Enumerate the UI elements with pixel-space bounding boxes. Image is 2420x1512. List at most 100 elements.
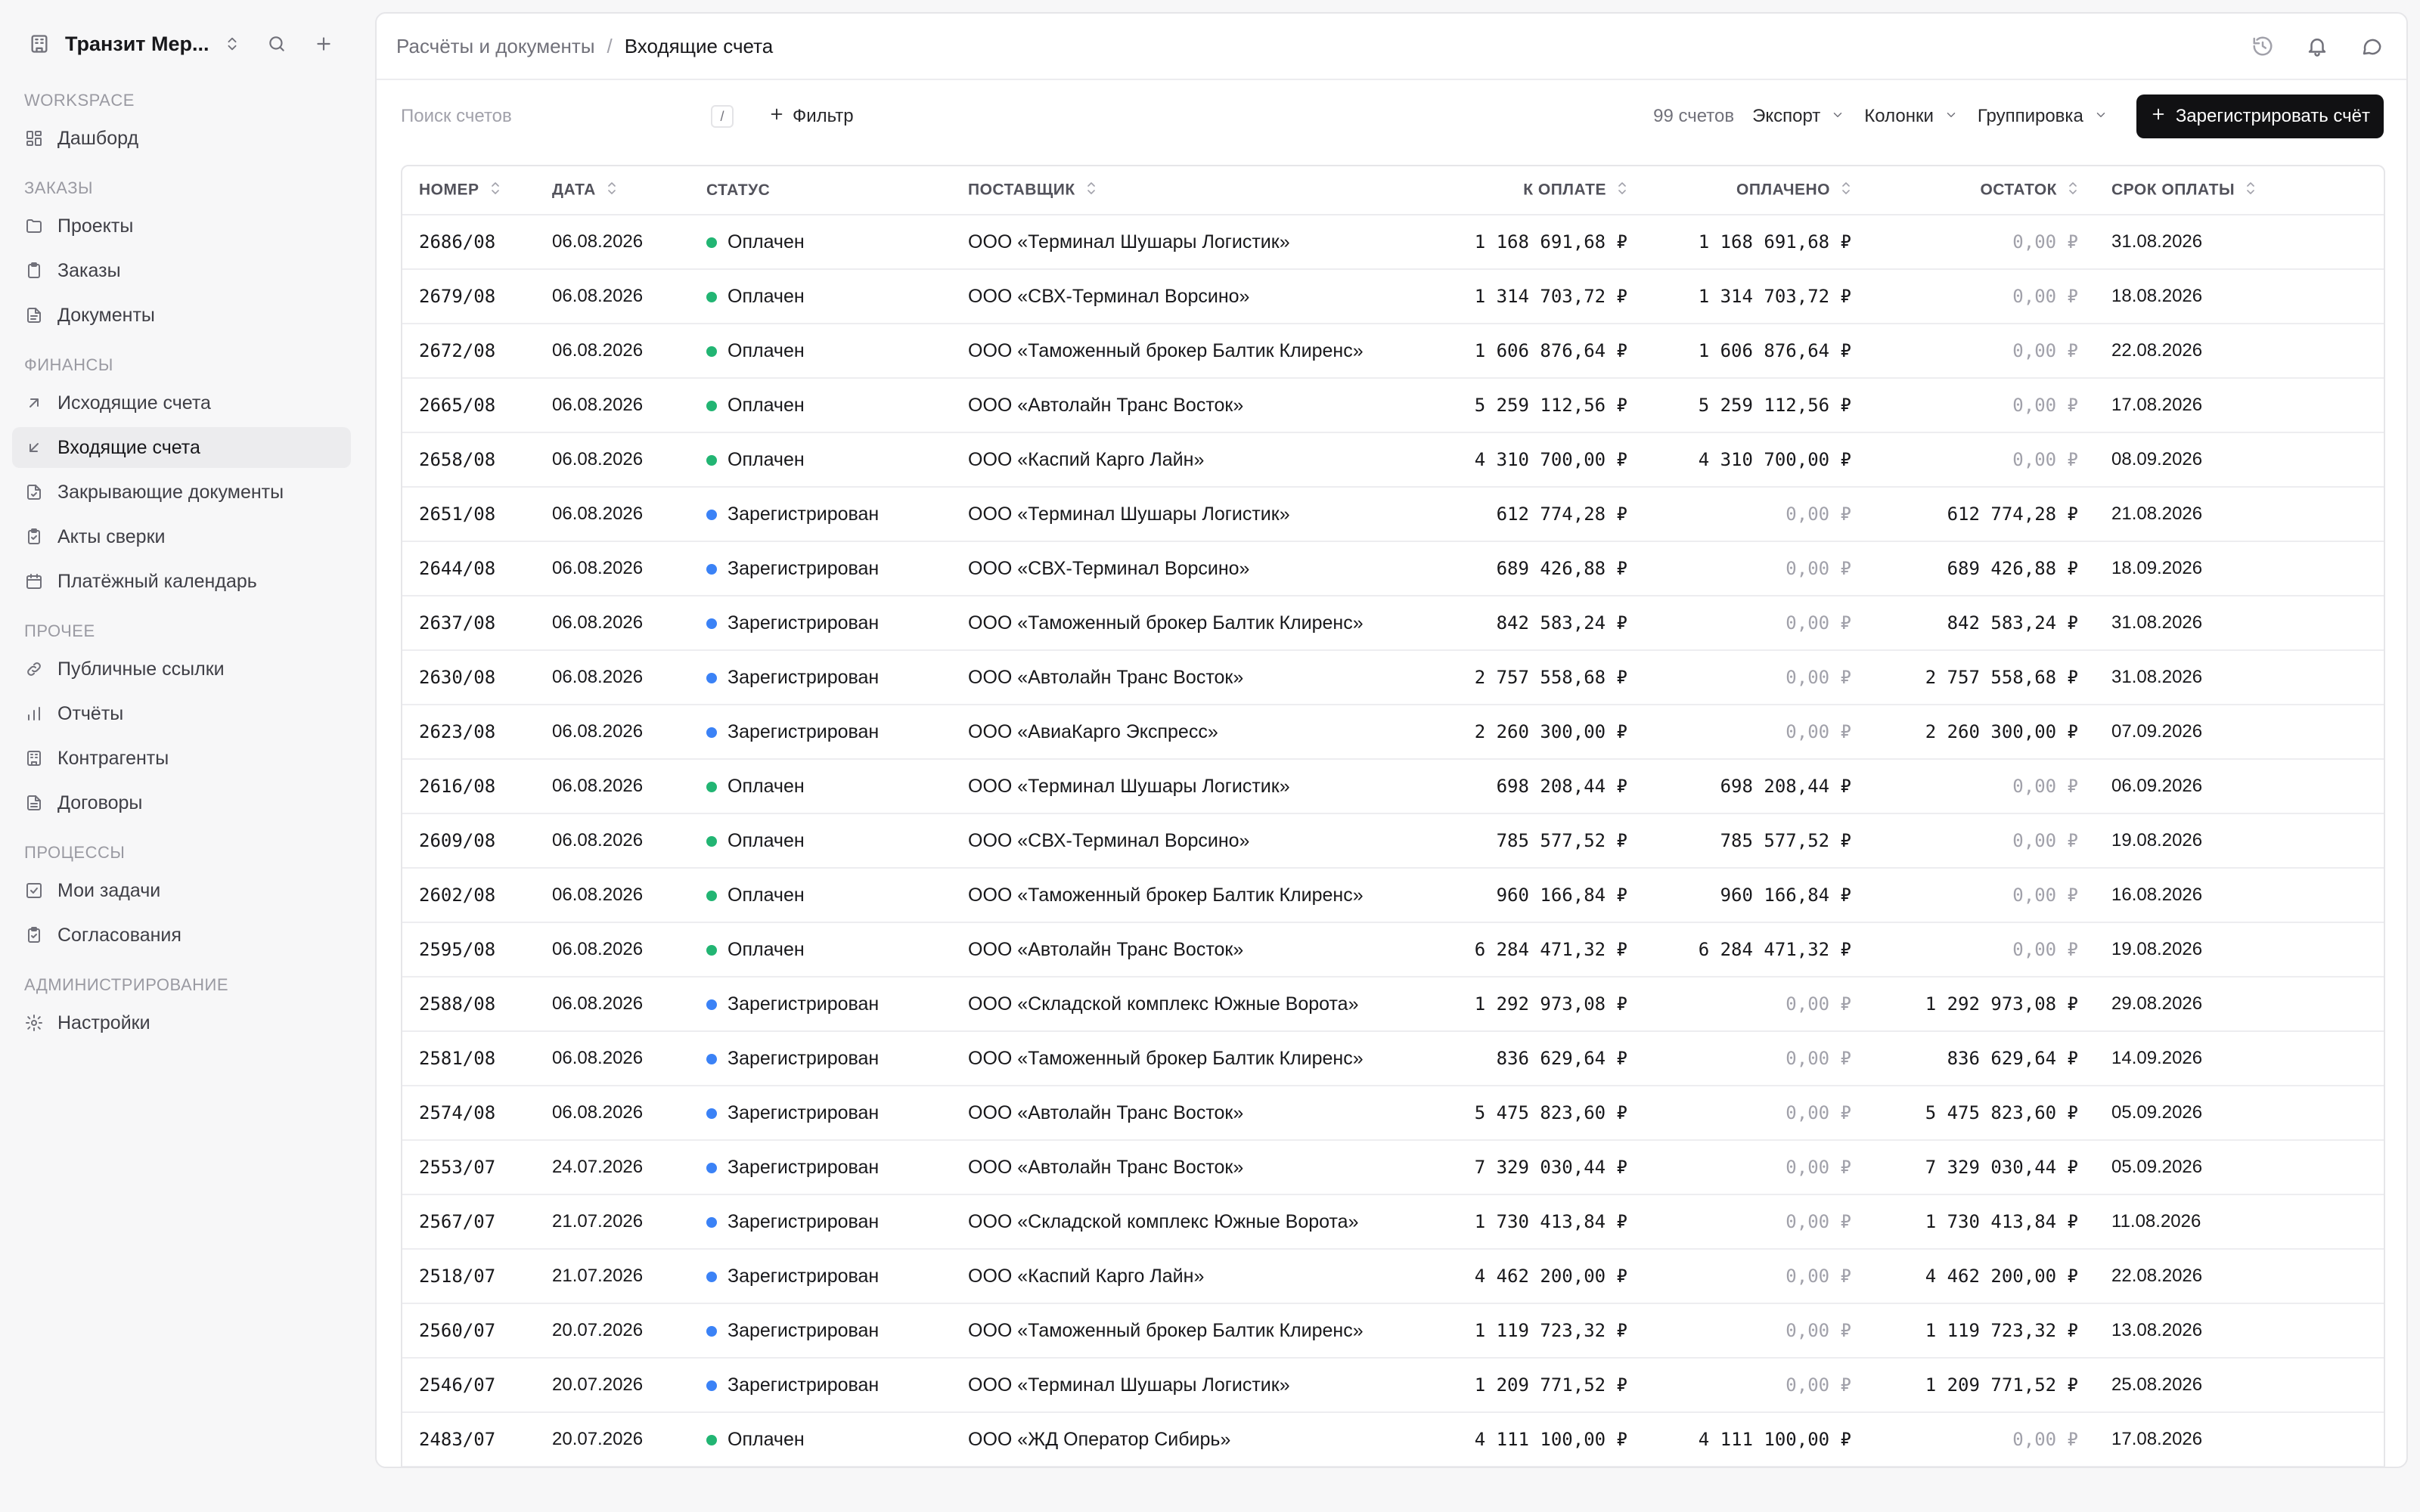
status-label: Оплачен (728, 775, 805, 797)
table-row[interactable]: 2546/07 20.07.2026 Зарегистрирован ООО «Тер… (402, 1358, 2384, 1413)
table-row[interactable]: 2602/08 06.08.2026 Оплачен ООО «Таможенный … (402, 868, 2384, 923)
sidebar-item[interactable]: Заказы (12, 250, 351, 291)
invoice-status: Оплачен (706, 324, 968, 379)
sidebar-item[interactable]: Документы (12, 295, 351, 336)
breadcrumb-parent[interactable]: Расчёты и документы (396, 35, 595, 58)
column-header[interactable]: ОПЛАЧЕНО (1637, 166, 1860, 215)
workspace-name[interactable]: Транзит Мер... (65, 33, 209, 56)
amount-due: 5 475 823,60 ₽ (1423, 1086, 1637, 1141)
amount-due: 1 606 876,64 ₽ (1423, 324, 1637, 379)
sort-icon[interactable] (490, 181, 501, 200)
supplier-name: ООО «Автолайн Транс Восток» (968, 1140, 1423, 1195)
table-row[interactable]: 2623/08 06.08.2026 Зарегистрирован ООО «Ави… (402, 705, 2384, 760)
table-row[interactable]: 2637/08 06.08.2026 Зарегистрирован ООО «Там… (402, 596, 2384, 651)
topbar: Расчёты и документы / Входящие счета (377, 14, 2406, 80)
export-dropdown[interactable]: Экспорт (1752, 106, 1844, 127)
gear-icon (24, 1013, 44, 1033)
table-row[interactable]: 2560/07 20.07.2026 Зарегистрирован ООО «Там… (402, 1303, 2384, 1359)
sidebar-item[interactable]: Договоры (12, 782, 351, 823)
sidebar-item[interactable]: Закрывающие документы (12, 472, 351, 513)
table-row[interactable]: 2616/08 06.08.2026 Оплачен ООО «Терминал Шу… (402, 759, 2384, 814)
sort-icon[interactable] (2068, 181, 2078, 200)
invoice-date: 06.08.2026 (552, 269, 706, 324)
sidebar-item[interactable]: Отчёты (12, 693, 351, 734)
breadcrumb: Расчёты и документы / Входящие счета (396, 35, 773, 58)
invoice-status: Зарегистрирован (706, 1140, 968, 1195)
invoice-date: 24.07.2026 (552, 1140, 706, 1195)
chat-icon[interactable] (2360, 34, 2384, 58)
table-row[interactable]: 2553/07 24.07.2026 Зарегистрирован ООО «Авт… (402, 1140, 2384, 1195)
plus-icon[interactable] (312, 32, 336, 56)
table-row[interactable]: 2595/08 06.08.2026 Оплачен ООО «Автолайн Тр… (402, 922, 2384, 978)
table-row[interactable]: 2644/08 06.08.2026 Зарегистрирован ООО «СВХ… (402, 541, 2384, 596)
column-header[interactable]: НОМЕР (402, 166, 552, 215)
search-input[interactable] (401, 106, 711, 127)
sidebar-item[interactable]: Платёжный календарь (12, 561, 351, 602)
sidebar-item[interactable]: Мои задачи (12, 870, 351, 911)
amount-remaining: 842 583,24 ₽ (1860, 596, 2095, 651)
sort-icon[interactable] (1086, 181, 1097, 200)
amount-paid: 5 259 112,56 ₽ (1637, 378, 1860, 433)
due-date: 22.08.2026 (2095, 1249, 2384, 1304)
column-header[interactable]: ОСТАТОК (1860, 166, 2095, 215)
bell-icon[interactable] (2305, 34, 2329, 58)
invoice-number: 2651/08 (402, 487, 552, 542)
table-row[interactable]: 2686/08 06.08.2026 Оплачен ООО «Терминал Шу… (402, 215, 2384, 270)
sort-icon[interactable] (1617, 181, 1627, 200)
sidebar-item[interactable]: Входящие счета (12, 427, 351, 468)
columns-dropdown[interactable]: Колонки (1864, 106, 1958, 127)
grouping-dropdown[interactable]: Группировка (1978, 106, 2108, 127)
sidebar-item[interactable]: Согласования (12, 915, 351, 956)
sort-icon[interactable] (1841, 181, 1851, 200)
invoice-date: 20.07.2026 (552, 1358, 706, 1413)
table-row[interactable]: 2672/08 06.08.2026 Оплачен ООО «Таможенный … (402, 324, 2384, 379)
sidebar-item[interactable]: Дашборд (12, 118, 351, 159)
table-row[interactable]: 2651/08 06.08.2026 Зарегистрирован ООО «Тер… (402, 487, 2384, 542)
table-row[interactable]: 2609/08 06.08.2026 Оплачен ООО «СВХ-Термина… (402, 813, 2384, 869)
table-row[interactable]: 2665/08 06.08.2026 Оплачен ООО «Автолайн Тр… (402, 378, 2384, 433)
sidebar-item[interactable]: Публичные ссылки (12, 649, 351, 689)
amount-due: 1 314 703,72 ₽ (1423, 269, 1637, 324)
sidebar-item[interactable]: Настройки (12, 1002, 351, 1043)
amount-paid: 0,00 ₽ (1637, 977, 1860, 1032)
filter-button[interactable]: Фильтр (768, 106, 854, 128)
sort-icon[interactable] (607, 181, 617, 200)
status-label: Зарегистрирован (728, 1265, 880, 1287)
amount-due: 6 284 471,32 ₽ (1423, 922, 1637, 978)
table-row[interactable]: 2679/08 06.08.2026 Оплачен ООО «СВХ-Термина… (402, 269, 2384, 324)
due-date: 19.08.2026 (2095, 922, 2384, 978)
table-row[interactable]: 2658/08 06.08.2026 Оплачен ООО «Каспий Карг… (402, 432, 2384, 488)
table-row[interactable]: 2630/08 06.08.2026 Зарегистрирован ООО «Авт… (402, 650, 2384, 705)
amount-paid: 0,00 ₽ (1637, 650, 1860, 705)
invoice-status: Зарегистрирован (706, 596, 968, 651)
invoice-status: Оплачен (706, 215, 968, 270)
sort-icon[interactable] (2245, 181, 2256, 200)
supplier-name: ООО «Таможенный брокер Балтик Клиренс» (968, 596, 1423, 651)
table-row[interactable]: 2567/07 21.07.2026 Зарегистрирован ООО «Скл… (402, 1194, 2384, 1250)
column-header-label: К ОПЛАТЕ (1523, 181, 1606, 199)
invoice-date: 06.08.2026 (552, 813, 706, 869)
search-icon[interactable] (265, 32, 289, 56)
history-icon[interactable] (2251, 34, 2275, 58)
amount-paid: 1 314 703,72 ₽ (1637, 269, 1860, 324)
column-header[interactable]: ПОСТАВЩИК (968, 166, 1423, 215)
column-header[interactable]: СРОК ОПЛАТЫ (2095, 166, 2384, 215)
sidebar-item[interactable]: Контрагенты (12, 738, 351, 779)
amount-remaining: 2 260 300,00 ₽ (1860, 705, 2095, 760)
status-label: Зарегистрирован (728, 720, 880, 742)
sidebar-item[interactable]: Исходящие счета (12, 383, 351, 423)
table-row[interactable]: 2581/08 06.08.2026 Зарегистрирован ООО «Там… (402, 1031, 2384, 1086)
status-dot (706, 563, 717, 575)
table-row[interactable]: 2483/07 20.07.2026 Оплачен ООО «ЖД Оператор… (402, 1412, 2384, 1467)
sidebar-item[interactable]: Акты сверки (12, 516, 351, 557)
chevrons-up-down-icon[interactable] (222, 32, 243, 56)
column-header[interactable]: ДАТА (552, 166, 706, 215)
column-header[interactable]: К ОПЛАТЕ (1423, 166, 1637, 215)
table-row[interactable]: 2588/08 06.08.2026 Зарегистрирован ООО «Скл… (402, 977, 2384, 1032)
register-invoice-button[interactable]: Зарегистрировать счёт (2136, 94, 2384, 138)
table-row[interactable]: 2518/07 21.07.2026 Зарегистрирован ООО «Кас… (402, 1249, 2384, 1304)
amount-paid: 1 168 691,68 ₽ (1637, 215, 1860, 270)
sidebar-item[interactable]: Проекты (12, 206, 351, 246)
table-row[interactable]: 2574/08 06.08.2026 Зарегистрирован ООО «Авт… (402, 1086, 2384, 1141)
status-label: Оплачен (728, 1428, 805, 1450)
